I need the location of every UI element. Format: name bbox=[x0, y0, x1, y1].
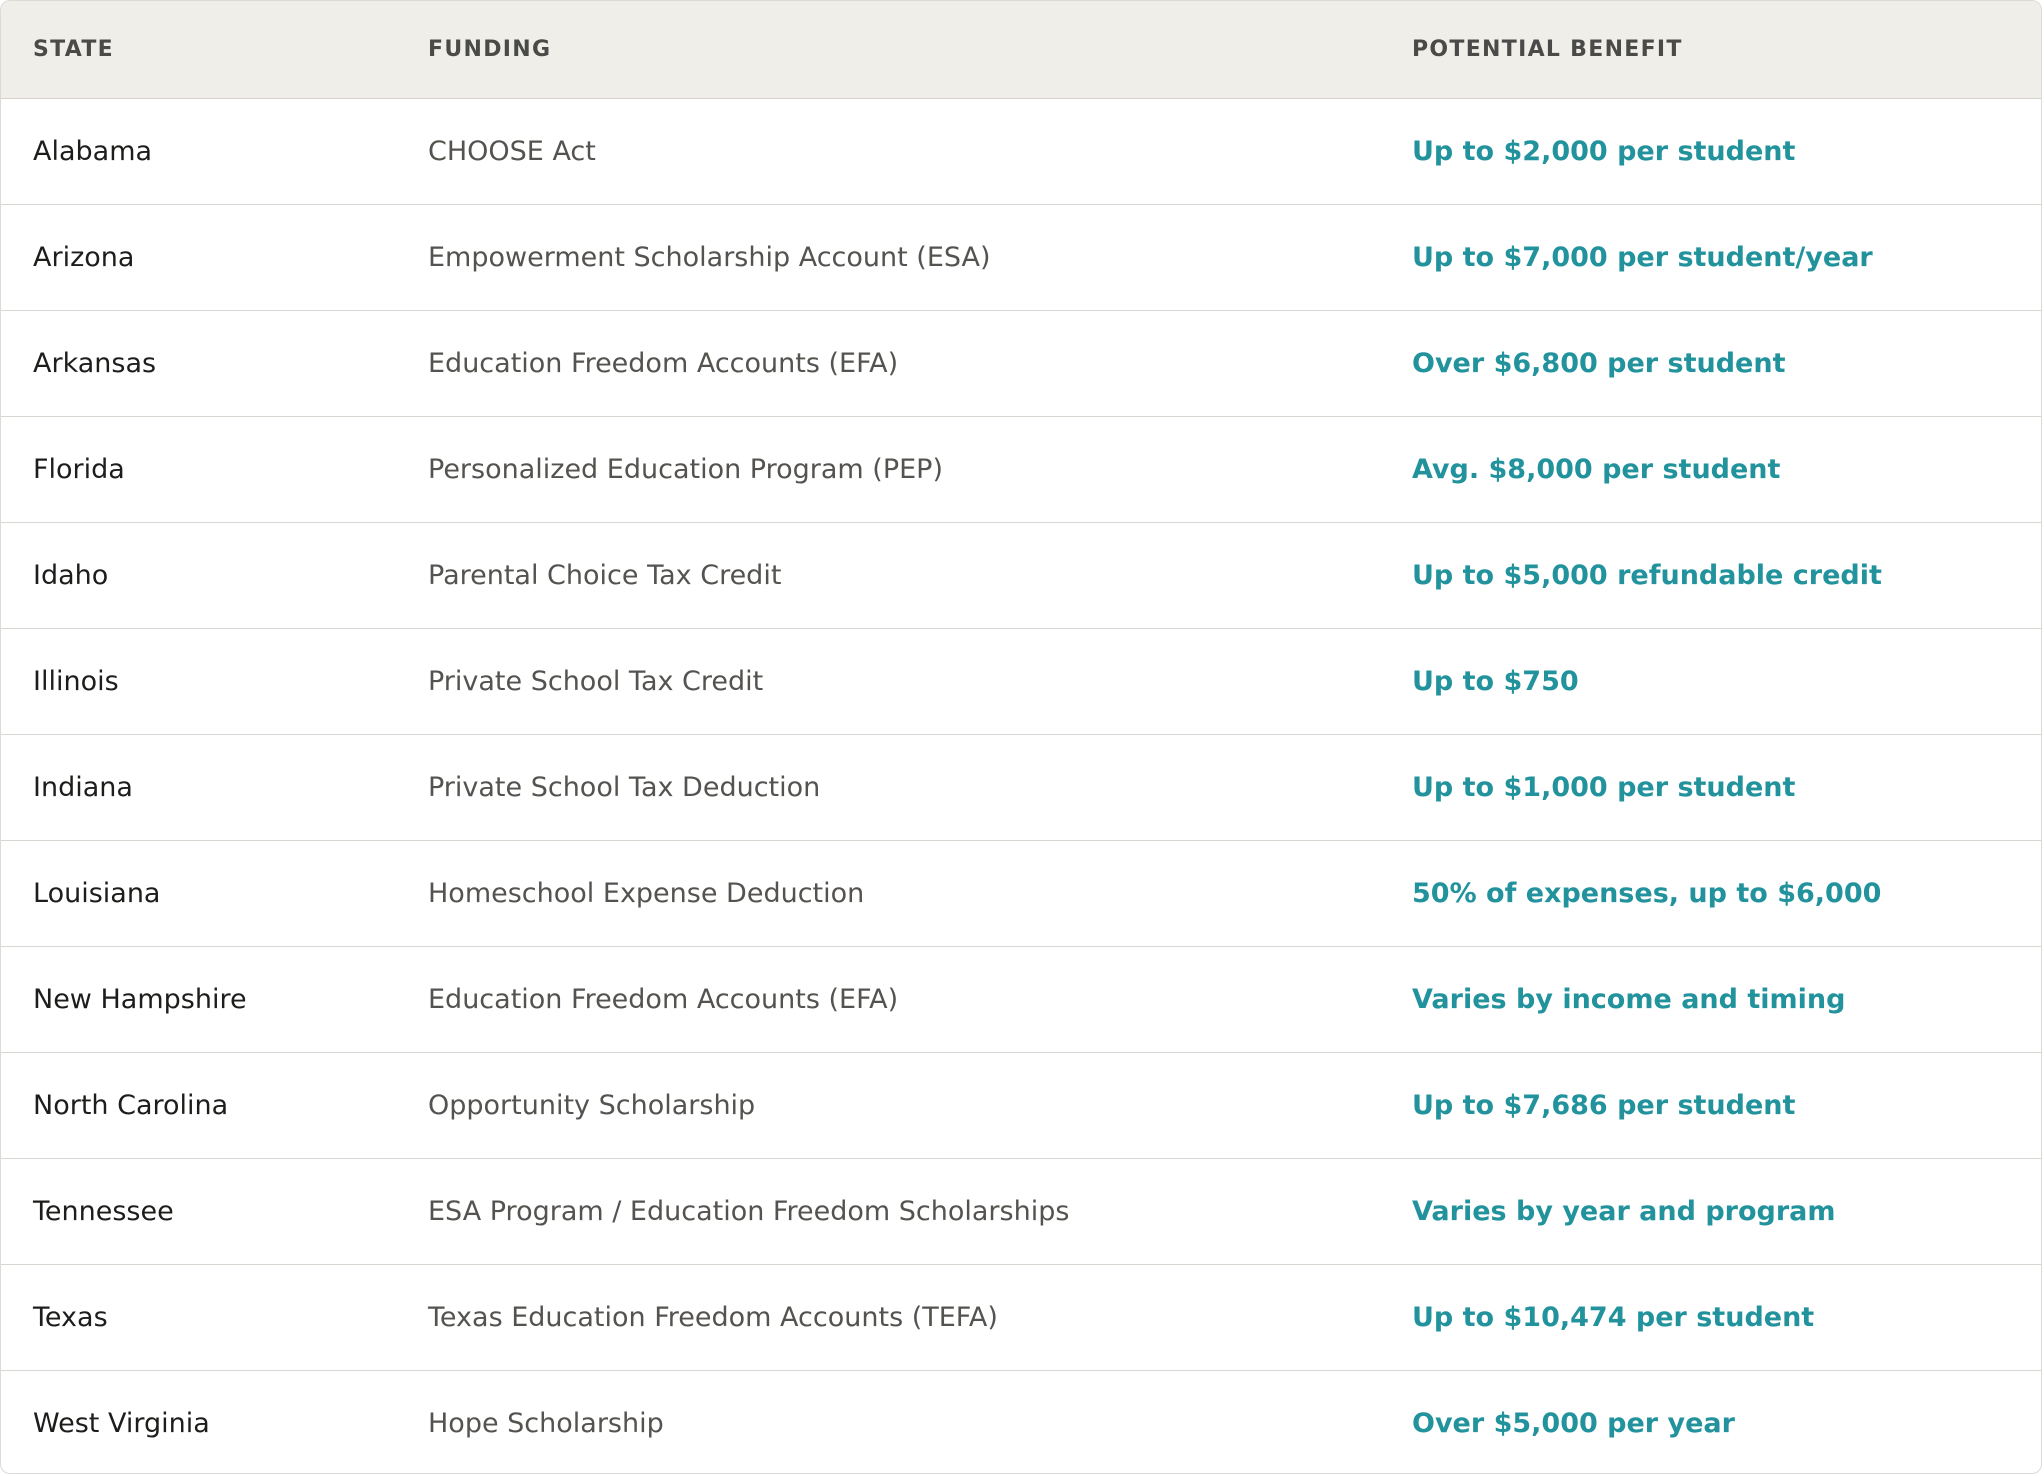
funding-cell: Personalized Education Program (PEP) bbox=[428, 453, 943, 485]
table-row: Arizona Empowerment Scholarship Account (… bbox=[1, 204, 2041, 310]
table-row: Indiana Private School Tax Deduction Up to… bbox=[1, 734, 2041, 840]
table-header: STATE FUNDING POTENTIAL BENEFIT bbox=[1, 1, 2041, 99]
header-row: STATE FUNDING POTENTIAL BENEFIT bbox=[1, 1, 2041, 99]
column-header-funding: FUNDING bbox=[396, 1, 1380, 99]
funding-cell: Hope Scholarship bbox=[428, 1407, 664, 1439]
funding-cell: Private School Tax Credit bbox=[428, 665, 764, 697]
benefit-cell: Over $6,800 per student bbox=[1412, 347, 1786, 379]
funding-cell: Education Freedom Accounts (EFA) bbox=[428, 347, 899, 379]
state-cell: Arkansas bbox=[33, 347, 157, 379]
funding-table-container: STATE FUNDING POTENTIAL BENEFIT Alabama C… bbox=[0, 0, 2042, 1474]
funding-cell: Private School Tax Deduction bbox=[428, 771, 821, 803]
funding-cell: CHOOSE Act bbox=[428, 135, 596, 167]
benefit-cell: Avg. $8,000 per student bbox=[1412, 453, 1781, 485]
benefit-cell: Varies by year and program bbox=[1412, 1195, 1836, 1227]
state-cell: North Carolina bbox=[33, 1089, 229, 1121]
table-row: Alabama CHOOSE Act Up to $2,000 per studen… bbox=[1, 98, 2041, 204]
benefit-cell: Varies by income and timing bbox=[1412, 983, 1846, 1015]
table-row: West Virginia Hope Scholarship Over $5,000… bbox=[1, 1370, 2041, 1473]
funding-cell: Homeschool Expense Deduction bbox=[428, 877, 865, 909]
funding-cell: Opportunity Scholarship bbox=[428, 1089, 756, 1121]
state-cell: Arizona bbox=[33, 241, 135, 273]
funding-cell: Education Freedom Accounts (EFA) bbox=[428, 983, 899, 1015]
state-cell: Tennessee bbox=[33, 1195, 174, 1227]
table-row: North Carolina Opportunity Scholarship Up … bbox=[1, 1052, 2041, 1158]
state-cell: Alabama bbox=[33, 135, 153, 167]
table-row: Tennessee ESA Program / Education Freedom… bbox=[1, 1158, 2041, 1264]
state-cell: West Virginia bbox=[33, 1407, 210, 1439]
benefit-cell: Up to $750 bbox=[1412, 665, 1579, 697]
column-header-benefit: POTENTIAL BENEFIT bbox=[1380, 1, 2041, 99]
benefit-cell: Up to $1,000 per student bbox=[1412, 771, 1796, 803]
table-row: New Hampshire Education Freedom Accounts … bbox=[1, 946, 2041, 1052]
state-cell: Indiana bbox=[33, 771, 133, 803]
benefit-cell: Up to $5,000 refundable credit bbox=[1412, 559, 1882, 591]
benefit-cell: Over $5,000 per year bbox=[1412, 1407, 1735, 1439]
state-cell: Idaho bbox=[33, 559, 109, 591]
funding-cell: Texas Education Freedom Accounts (TEFA) bbox=[428, 1301, 998, 1333]
benefit-cell: Up to $2,000 per student bbox=[1412, 135, 1796, 167]
state-cell: Texas bbox=[33, 1301, 108, 1333]
state-cell: Florida bbox=[33, 453, 125, 485]
funding-table: STATE FUNDING POTENTIAL BENEFIT Alabama C… bbox=[1, 1, 2041, 1473]
funding-cell: Empowerment Scholarship Account (ESA) bbox=[428, 241, 991, 273]
benefit-cell: Up to $7,000 per student/year bbox=[1412, 241, 1873, 273]
funding-cell: Parental Choice Tax Credit bbox=[428, 559, 782, 591]
funding-cell: ESA Program / Education Freedom Scholars… bbox=[428, 1195, 1070, 1227]
state-cell: Illinois bbox=[33, 665, 119, 697]
table-row: Florida Personalized Education Program (P… bbox=[1, 416, 2041, 522]
benefit-cell: Up to $7,686 per student bbox=[1412, 1089, 1796, 1121]
benefit-cell: 50% of expenses, up to $6,000 bbox=[1412, 877, 1882, 909]
benefit-cell: Up to $10,474 per student bbox=[1412, 1301, 1815, 1333]
table-row: Texas Texas Education Freedom Accounts (T… bbox=[1, 1264, 2041, 1370]
column-header-state: STATE bbox=[1, 1, 396, 99]
state-cell: New Hampshire bbox=[33, 983, 247, 1015]
table-row: Arkansas Education Freedom Accounts (EFA)… bbox=[1, 310, 2041, 416]
state-cell: Louisiana bbox=[33, 877, 161, 909]
table-body: Alabama CHOOSE Act Up to $2,000 per studen… bbox=[1, 98, 2041, 1473]
table-row: Illinois Private School Tax Credit Up to $… bbox=[1, 628, 2041, 734]
table-row: Louisiana Homeschool Expense Deduction 50%… bbox=[1, 840, 2041, 946]
table-row: Idaho Parental Choice Tax Credit Up to $5,… bbox=[1, 522, 2041, 628]
